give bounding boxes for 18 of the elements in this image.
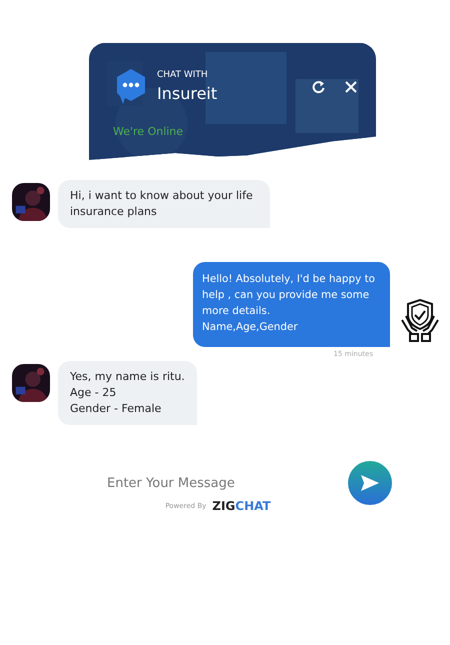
- shield-hands-icon: [400, 298, 440, 342]
- refresh-button[interactable]: [312, 80, 326, 94]
- chat-bubble-icon: [115, 68, 147, 105]
- message-text: Gender - Female: [70, 401, 162, 417]
- brand-logo: ZIGCHAT: [212, 499, 271, 513]
- close-icon: [344, 80, 358, 94]
- send-button[interactable]: [348, 461, 392, 505]
- window-title: Insureit: [157, 84, 218, 103]
- message-text: Age - 25: [70, 385, 118, 401]
- send-icon: [360, 474, 380, 492]
- online-status: We're Online: [113, 125, 184, 138]
- refresh-icon: [312, 80, 326, 94]
- close-button[interactable]: [344, 80, 358, 94]
- message-text: Yes, my name is ritu.: [70, 369, 185, 385]
- message-text: Hi, i want to know about your life insurance plans: [70, 188, 254, 220]
- message-text: Name,Age,Gender: [202, 320, 299, 335]
- message-text: Hello! Absolutely, I'd be happy to help , can you provide me some more details.: [202, 272, 376, 319]
- header-eyebrow: CHAT WITH: [157, 70, 209, 80]
